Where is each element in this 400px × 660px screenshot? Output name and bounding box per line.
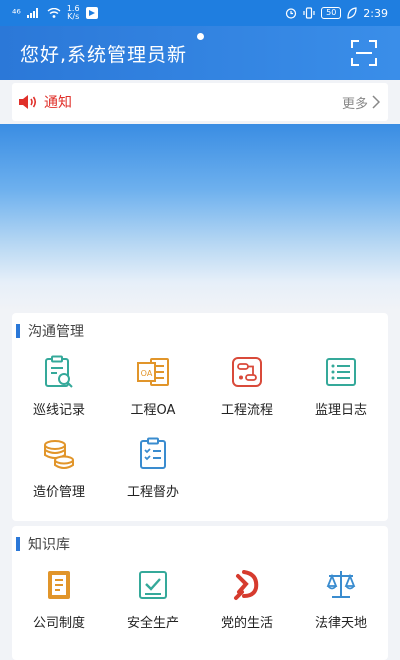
tile-party-life[interactable]: 党的生活	[200, 562, 294, 644]
scan-button[interactable]	[348, 37, 380, 69]
oa-icon: OA	[137, 358, 169, 386]
section-accent-bar	[16, 324, 20, 338]
greeting-text: 您好,系统管理员新	[20, 43, 188, 66]
clock: 2:39	[363, 6, 388, 20]
section-title: 知识库	[12, 526, 388, 562]
tile-law[interactable]: 法律天地	[294, 562, 388, 644]
chevron-right-icon	[372, 95, 380, 109]
safety-icon	[139, 571, 167, 599]
vibrate-icon	[303, 7, 315, 19]
tile-log[interactable]: 监理日志	[294, 349, 388, 431]
patrol-record-icon	[45, 355, 73, 388]
tile-process[interactable]: 工程流程	[200, 349, 294, 431]
supervise-icon	[140, 437, 166, 469]
scan-icon	[351, 40, 377, 66]
svg-text:OA: OA	[141, 369, 153, 378]
status-bar: ⁴⁶ 1.6 K/s 50 2:39	[0, 0, 400, 26]
signal-indicator: ⁴⁶	[12, 6, 21, 20]
tile-supervise[interactable]: 工程督办	[106, 431, 200, 513]
speaker-icon	[19, 95, 37, 109]
network-speed: 1.6 K/s	[66, 4, 80, 21]
law-scale-icon	[326, 571, 356, 598]
party-icon	[234, 570, 259, 600]
section-title: 沟通管理	[12, 313, 388, 349]
battery-indicator: 50	[321, 7, 342, 19]
tile-patrol-record[interactable]: 巡线记录	[12, 349, 106, 431]
communication-section: 沟通管理 巡线记录 OA 工程OA 工程流程 监理日志 造价管理 工程督办	[12, 313, 388, 521]
alarm-icon	[286, 8, 297, 19]
more-label: 更多	[341, 96, 368, 112]
more-link[interactable]: 更多	[342, 93, 380, 112]
tile-company-policy[interactable]: 公司制度	[12, 562, 106, 644]
banner-image	[0, 124, 400, 310]
section-accent-bar	[16, 537, 20, 551]
leaf-icon	[347, 7, 357, 19]
tile-cost[interactable]: 造价管理	[12, 431, 106, 513]
tile-safety[interactable]: 安全生产	[106, 562, 200, 644]
tile-oa[interactable]: OA 工程OA	[106, 349, 200, 431]
status-dot	[197, 33, 204, 40]
log-icon	[326, 358, 356, 386]
app-notification-icon	[85, 7, 98, 19]
notice-label: 通知	[44, 95, 72, 111]
wifi-icon	[47, 8, 61, 18]
signal-icon	[26, 8, 38, 18]
notice-bar[interactable]: 通知 更多	[12, 83, 388, 121]
process-icon	[232, 357, 262, 387]
company-policy-icon	[48, 571, 70, 599]
cost-icon	[44, 440, 74, 469]
knowledge-section: 知识库 公司制度 安全生产 党的生活 法律天地	[12, 526, 388, 660]
